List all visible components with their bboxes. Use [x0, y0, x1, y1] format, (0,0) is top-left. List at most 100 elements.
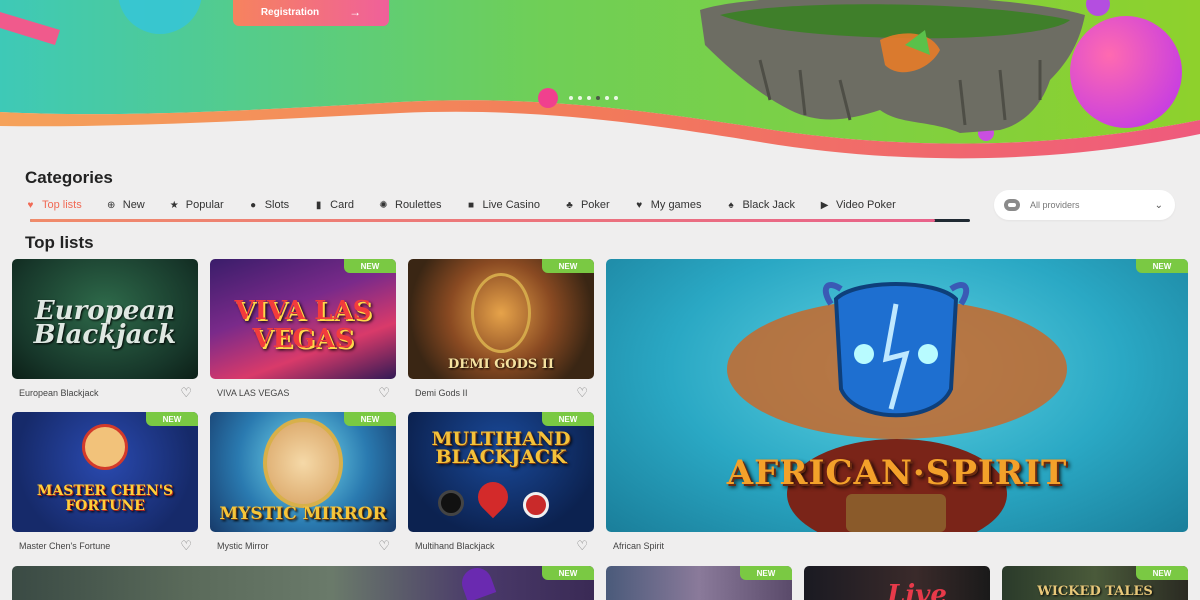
tab-card[interactable]: ▮ Card	[313, 196, 354, 214]
category-tabs: ♥ Top lists ⊕ New ★ Popular ● Slots ▮ Ca…	[25, 196, 970, 214]
slots-icon: ●	[250, 199, 257, 211]
plus-circle-icon: ⊕	[107, 199, 116, 211]
slider-dot[interactable]	[578, 96, 582, 100]
game-title: Master Chen's Fortune	[19, 541, 111, 551]
slider-dot-active[interactable]	[596, 96, 600, 100]
game-title: Multihand Blackjack	[415, 541, 495, 551]
favorite-heart-icon[interactable]: ♡	[576, 386, 588, 399]
tab-label: Roulettes	[395, 199, 442, 211]
heart-chip-decoration	[471, 475, 515, 519]
game-card[interactable]: MASTER CHEN'S FORTUNE NEW Master Chen's …	[12, 412, 198, 557]
chip-decoration	[438, 490, 464, 516]
chevron-down-icon: ⌄	[1154, 199, 1163, 211]
tab-black-jack[interactable]: ♠ Black Jack	[725, 196, 795, 214]
game-title: European Blackjack	[19, 388, 99, 398]
featured-game-card[interactable]: AFRICAN·SPIRIT NEW African Spirit	[606, 259, 1188, 557]
golden-ring-decoration	[471, 273, 531, 353]
camera-icon: ■	[467, 199, 474, 211]
tab-label: Video Poker	[836, 199, 896, 211]
favorite-heart-icon[interactable]: ♡	[378, 539, 390, 552]
heart-icon: ♥	[27, 199, 34, 211]
tab-my-games[interactable]: ♥ My games	[634, 196, 702, 214]
new-badge: NEW	[344, 412, 396, 426]
tab-live-casino[interactable]: ■ Live Casino	[465, 196, 540, 214]
game-card[interactable]: MULTIHAND BLACKJACK NEW Multihand Blackj…	[408, 412, 594, 557]
game-logo: MASTER CHEN'S FORTUNE	[36, 483, 174, 514]
game-title: Mystic Mirror	[217, 541, 269, 551]
tab-slots[interactable]: ● Slots	[248, 196, 289, 214]
new-badge: NEW	[542, 259, 594, 273]
tabs-scrollbar-thumb[interactable]	[30, 219, 935, 222]
registration-button[interactable]: Registration →	[233, 0, 389, 26]
favorite-heart-icon[interactable]: ♡	[576, 539, 588, 552]
tab-label: Card	[330, 199, 354, 211]
game-thumbnail[interactable]: AFRICAN·SPIRIT	[606, 259, 1188, 532]
game-logo: DEMI GODS II	[448, 357, 554, 372]
tab-label: Slots	[264, 199, 290, 211]
tab-label: Live Casino	[482, 199, 540, 211]
top-lists-title: Top lists	[25, 233, 94, 252]
game-logo: European Blackjack	[33, 296, 177, 350]
game-thumbnail[interactable]: Live	[804, 566, 990, 600]
tab-label: Popular	[185, 199, 224, 211]
slider-dot[interactable]	[587, 96, 591, 100]
game-thumbnail[interactable]: DEMI GODS II	[408, 259, 594, 379]
favorite-heart-icon[interactable]: ♡	[180, 539, 192, 552]
game-card[interactable]: NEW	[606, 566, 792, 600]
tab-poker[interactable]: ♣ Poker	[564, 196, 610, 214]
game-card[interactable]: WICKED TALES NEW	[1002, 566, 1188, 600]
tab-video-poker[interactable]: ▶ Video Poker	[819, 196, 896, 214]
game-card[interactable]: European Blackjack European Blackjack ♡	[12, 259, 198, 404]
game-card[interactable]: Live	[804, 566, 990, 600]
slider-dot[interactable]	[614, 96, 618, 100]
tabs-scrollbar[interactable]	[30, 219, 970, 222]
new-badge: NEW	[542, 412, 594, 426]
new-badge: NEW	[542, 566, 594, 580]
game-thumbnail[interactable]: European Blackjack	[12, 259, 198, 379]
game-thumbnail[interactable]: VIVA LAS VEGAS	[210, 259, 396, 379]
game-logo: Live	[887, 580, 947, 600]
game-card[interactable]: DEMI GODS II NEW Demi Gods II ♡	[408, 259, 594, 404]
game-card[interactable]: NEW	[12, 566, 594, 600]
pink-circle-decoration	[538, 88, 558, 108]
play-icon: ▶	[820, 199, 829, 211]
game-card[interactable]: VIVA LAS VEGAS NEW VIVA LAS VEGAS ♡	[210, 259, 396, 404]
game-thumbnail[interactable]	[12, 566, 594, 600]
providers-select[interactable]: All providers ⌄	[994, 190, 1175, 220]
spade-icon: ♠	[728, 199, 734, 211]
new-badge: NEW	[740, 566, 792, 580]
hero-background	[0, 0, 1200, 165]
slider-dot[interactable]	[605, 96, 609, 100]
game-title: African Spirit	[613, 541, 665, 551]
club-icon: ♣	[566, 199, 573, 211]
game-thumbnail[interactable]: MYSTIC MIRROR	[210, 412, 396, 532]
tab-label: Black Jack	[742, 199, 796, 211]
gamepad-icon	[1004, 199, 1020, 211]
game-logo: MULTIHAND BLACKJACK	[431, 428, 571, 468]
star-icon: ★	[169, 199, 179, 211]
game-thumbnail[interactable]: MASTER CHEN'S FORTUNE	[12, 412, 198, 532]
new-badge: NEW	[1136, 566, 1188, 580]
game-logo: WICKED TALES	[1037, 584, 1153, 599]
game-card[interactable]: MYSTIC MIRROR NEW Mystic Mirror ♡	[210, 412, 396, 557]
tab-popular[interactable]: ★ Popular	[169, 196, 224, 214]
tab-top-lists[interactable]: ♥ Top lists	[25, 196, 82, 214]
game-logo: VIVA LAS VEGAS	[234, 296, 372, 354]
tab-roulettes[interactable]: ✺ Roulettes	[378, 196, 441, 214]
new-badge: NEW	[344, 259, 396, 273]
game-thumbnail[interactable]: MULTIHAND BLACKJACK	[408, 412, 594, 532]
arrow-right-icon: →	[349, 5, 362, 19]
favorite-heart-icon[interactable]: ♡	[378, 386, 390, 399]
mirror-frame-decoration	[263, 418, 343, 508]
hero-banner: Registration →	[0, 0, 1200, 165]
providers-placeholder: All providers	[1030, 200, 1080, 210]
new-badge: NEW	[1136, 259, 1188, 273]
favorite-heart-icon[interactable]: ♡	[180, 386, 192, 399]
tab-new[interactable]: ⊕ New	[106, 196, 145, 214]
tab-label: My games	[650, 199, 702, 211]
heart-icon: ♥	[636, 199, 643, 211]
game-logo: AFRICAN·SPIRIT	[726, 453, 1068, 493]
game-logo: MYSTIC MIRROR	[219, 504, 387, 524]
tab-label: New	[122, 199, 145, 211]
slider-dot[interactable]	[569, 96, 573, 100]
